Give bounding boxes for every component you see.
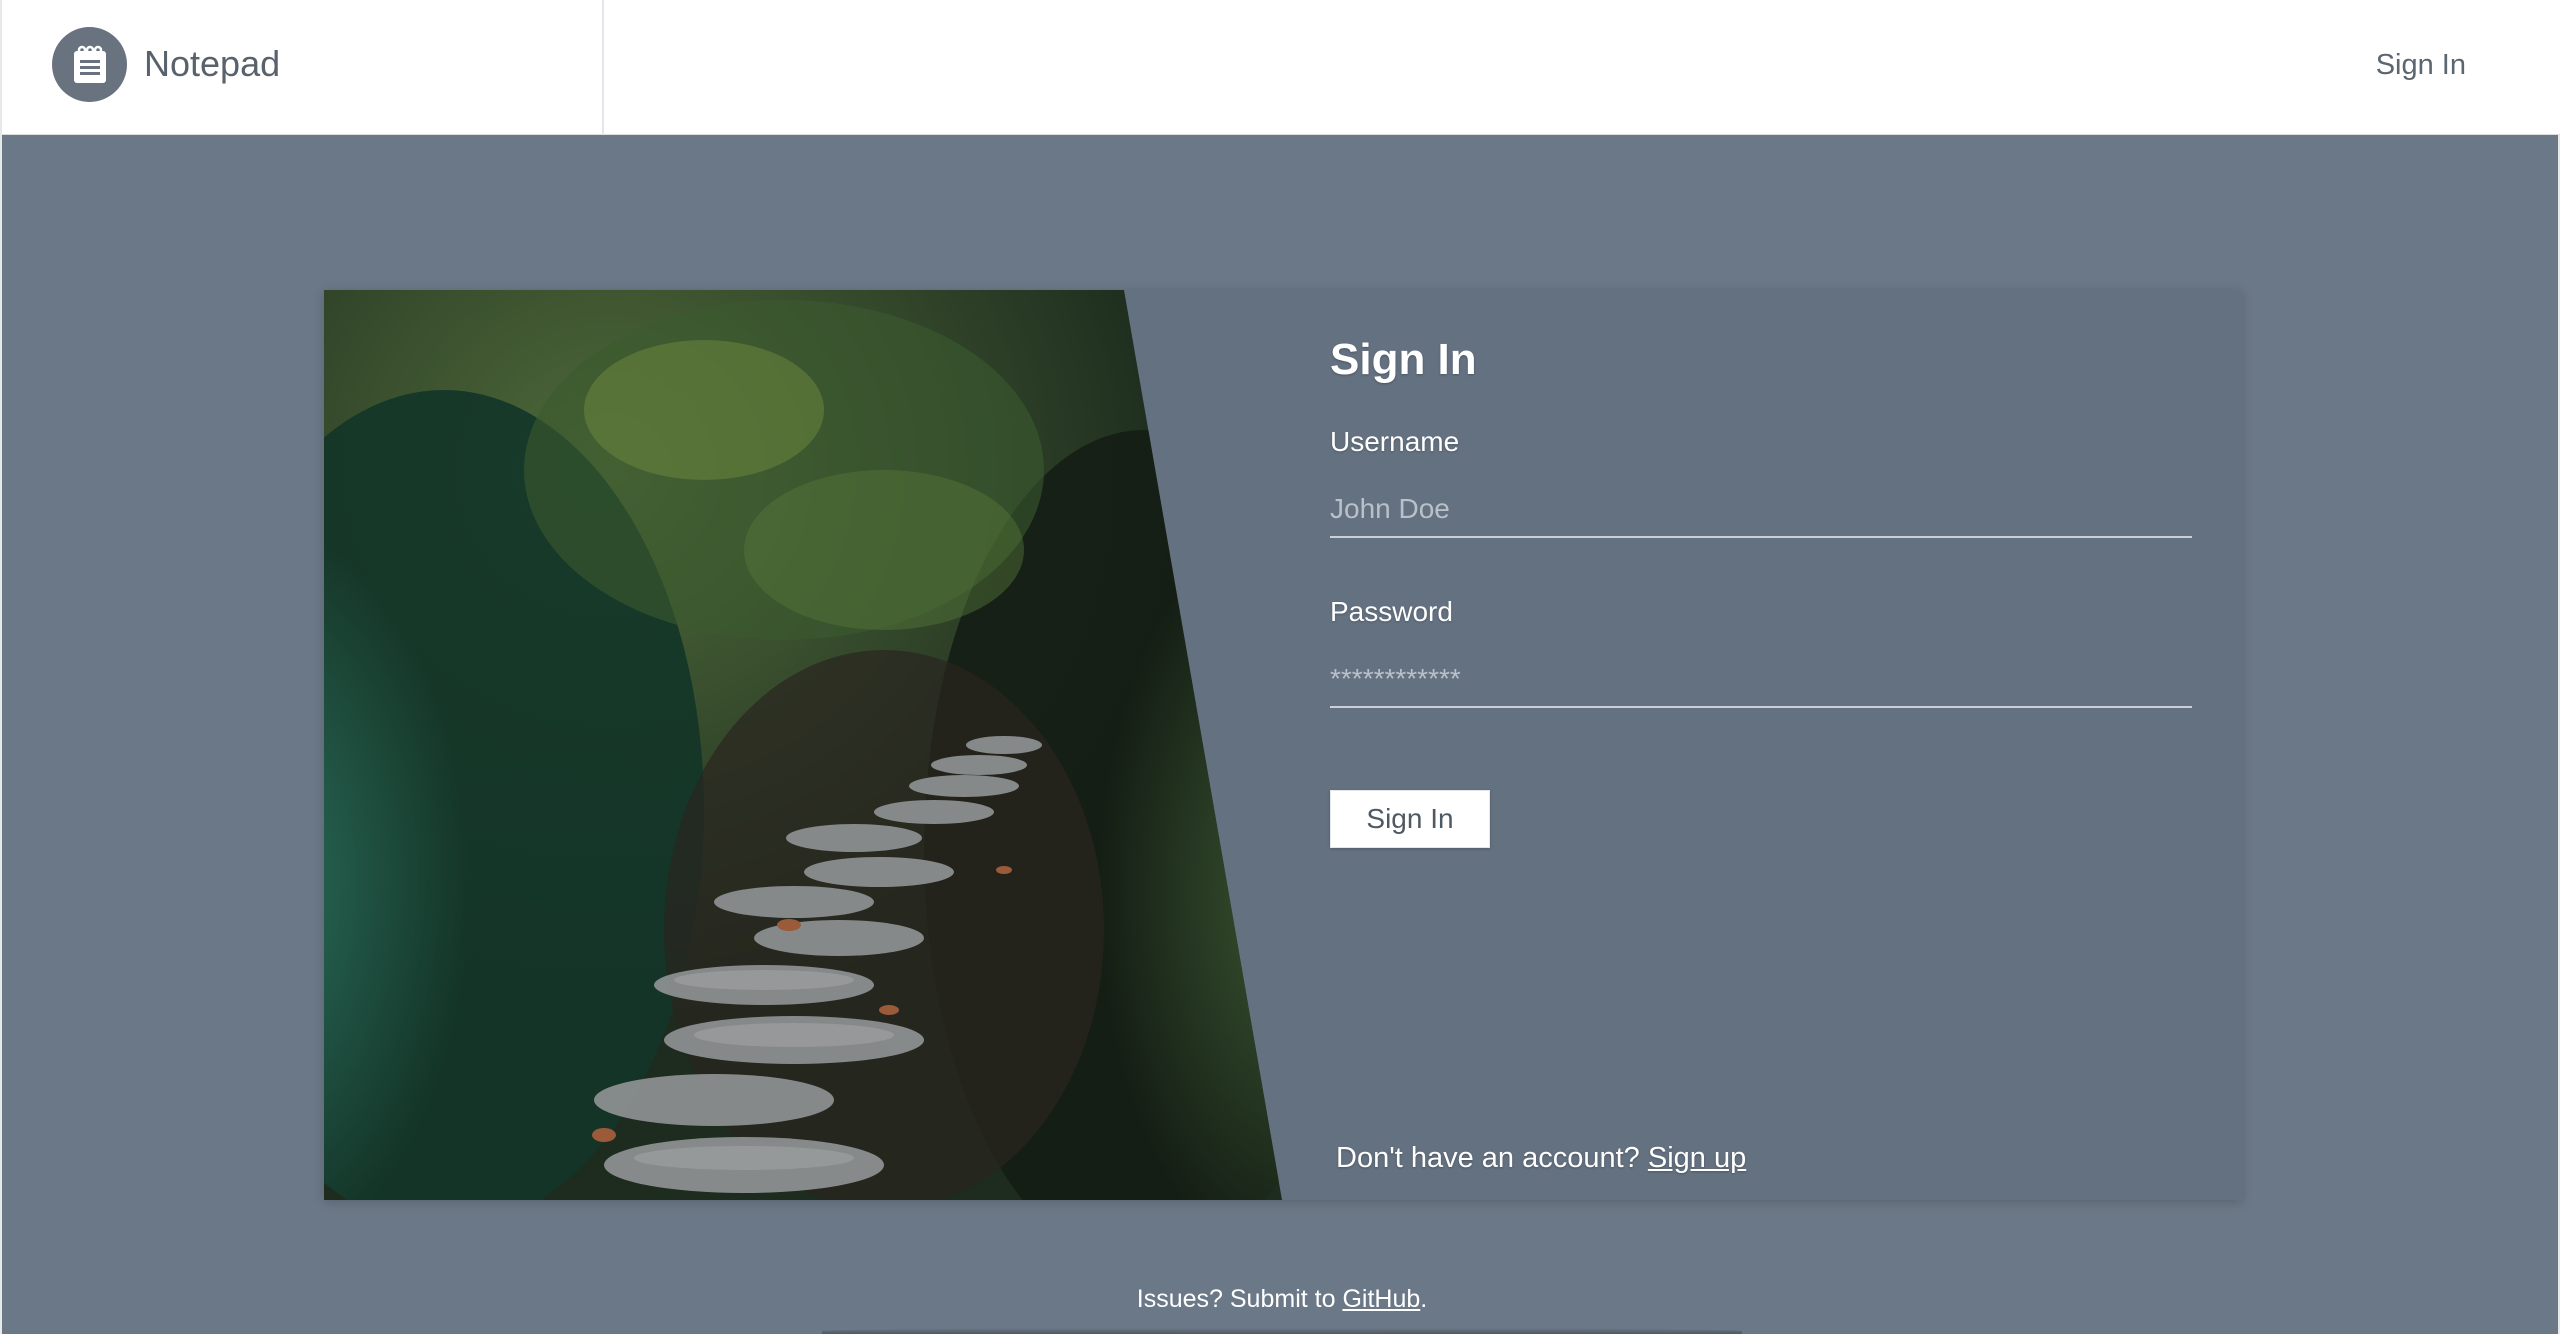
- username-input[interactable]: [1330, 482, 2192, 538]
- sign-in-form: Sign In Username Password Sign In Don't …: [1330, 290, 2192, 1200]
- username-label: Username: [1330, 426, 1460, 457]
- sign-in-card: Sign In Username Password Sign In Don't …: [324, 290, 2242, 1200]
- password-label: Password: [1330, 596, 1453, 627]
- nav-sign-in-link[interactable]: Sign In: [2376, 45, 2466, 85]
- password-input[interactable]: [1330, 652, 2192, 708]
- garden-path-image: [324, 290, 1282, 1200]
- form-title: Sign In: [1330, 335, 1477, 384]
- footer-prefix: Issues? Submit to: [1136, 1285, 1343, 1313]
- app-name: Notepad: [144, 43, 281, 84]
- github-link[interactable]: GitHub: [1342, 1285, 1420, 1313]
- footer-suffix: .: [1420, 1285, 1428, 1313]
- brand[interactable]: Notepad: [2, 0, 604, 135]
- footer: Issues? Submit to GitHub.: [2, 1282, 2560, 1316]
- sign-up-link[interactable]: Sign up: [1648, 1142, 1746, 1174]
- no-account-text: Don't have an account?: [1336, 1142, 1648, 1174]
- signup-prompt: Don't have an account? Sign up: [1336, 1140, 1746, 1176]
- footer-divider: [822, 1328, 1742, 1334]
- app-window: Notepad Sign In Sign In Username John Do…: [0, 0, 2560, 1334]
- notepad-icon: [52, 27, 127, 102]
- top-navbar: Notepad Sign In: [2, 0, 2560, 135]
- sign-in-button[interactable]: Sign In: [1330, 790, 1490, 848]
